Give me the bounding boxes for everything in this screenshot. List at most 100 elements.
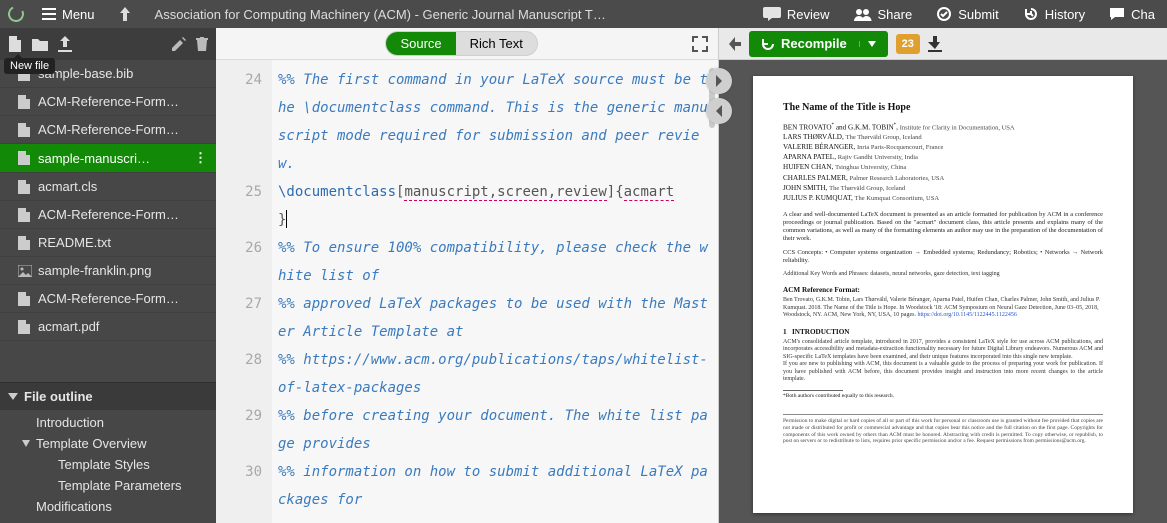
richtext-mode[interactable]: Rich Text [456,32,537,55]
file-item-7[interactable]: sample-franklin.png [0,257,216,285]
up-arrow-icon[interactable] [113,7,137,21]
refformat-heading: ACM Reference Format: [783,286,1103,295]
pdf-page-1: The Name of the Title is Hope BEN TROVAT… [753,76,1133,513]
file-icon [18,292,32,306]
log-warnings-badge[interactable]: 23 [896,34,920,54]
file-item-6[interactable]: README.txt [0,229,216,257]
file-icon [18,208,32,222]
file-icon [18,95,32,109]
file-label: sample-franklin.png [38,263,208,278]
file-label: sample-base.bib [38,66,208,81]
sidebar-toolbar: New file [0,28,216,60]
file-label: ACM-Reference-Form… [38,291,208,306]
chat-label: Cha [1131,7,1155,22]
overleaf-logo-icon [8,6,24,22]
sync-left-icon[interactable] [727,37,741,51]
file-label: acmart.pdf [38,319,208,334]
file-outline-header[interactable]: File outline [0,382,216,410]
file-item-9[interactable]: acmart.pdf [0,313,216,341]
review-button[interactable]: Review [751,0,842,28]
file-item-3[interactable]: sample-manuscri… ⋮ [0,144,216,173]
review-label: Review [787,7,830,22]
chevron-down-icon [8,393,18,401]
collapse-left-button[interactable] [706,98,732,124]
chat-icon [1109,7,1125,21]
file-list: sample-base.bib ACM-Reference-Form… ACM-Re… [0,60,216,382]
paper-keywords: Additional Key Words and Phrases: datase… [783,271,1103,279]
fullscreen-icon[interactable] [692,36,708,52]
pdf-toolbar: Recompile 23 [719,28,1167,60]
file-icon [18,180,32,194]
share-button[interactable]: Share [842,0,925,28]
delete-button[interactable] [196,37,208,51]
collapse-right-button[interactable] [706,68,732,94]
file-label: sample-manuscri… [38,151,188,166]
review-icon [763,7,781,21]
file-label: ACM-Reference-Form… [38,207,208,222]
upload-button[interactable] [58,36,72,52]
history-button[interactable]: History [1011,0,1097,28]
new-folder-button[interactable] [32,37,48,51]
recompile-label: Recompile [781,36,847,51]
outline-item-4[interactable]: Modifications [0,496,216,517]
rename-button[interactable] [172,37,186,51]
editor-pane: · Source Rich Text 24252627282930 %% The… [216,28,719,523]
share-icon [854,7,872,21]
editor-mode-toggle[interactable]: Source Rich Text [385,31,537,56]
paper-footer: Permission to make digital or hard copie… [783,414,1103,446]
new-file-button[interactable] [8,36,22,52]
author-line: APARNA PATEL, Rajiv Gandhi University, I… [783,153,1103,162]
paper-abstract: A clear and well-documented LaTeX docume… [783,211,1103,243]
recompile-button[interactable]: Recompile [749,31,888,57]
line-gutter: 24252627282930 [216,60,272,523]
submit-button[interactable]: Submit [924,0,1010,28]
outline-list: IntroductionTemplate OverviewTemplate St… [0,410,216,523]
file-item-5[interactable]: ACM-Reference-Form… [0,201,216,229]
share-label: Share [878,7,913,22]
pdf-pane: Recompile 23 The Name of the Title is Ho… [719,28,1167,523]
download-pdf-button[interactable] [928,36,942,52]
history-label: History [1045,7,1085,22]
outline-item-0[interactable]: Introduction [0,412,216,433]
author-line: HUIFEN CHAN, Tsinghua University, China [783,163,1103,172]
file-item-8[interactable]: ACM-Reference-Form… [0,285,216,313]
editor-scrollbar[interactable] [704,60,718,523]
section-1-heading: 1 INTRODUCTION [783,328,1103,337]
author-line: VALERIE BÉRANGER, Inria Paris-Rocquencou… [783,143,1103,152]
author-line: LARS THØRVÄLD, The Thørväld Group, Icela… [783,133,1103,142]
section-1-body: ACM's consolidated article template, int… [783,339,1103,384]
topbar: Menu Association for Computing Machinery… [0,0,1167,28]
code-area[interactable]: 24252627282930 %% The first command in y… [216,60,718,523]
pdf-viewport[interactable]: The Name of the Title is Hope BEN TROVAT… [719,60,1167,523]
author-line: JULIUS P. KUMQUAT, The Kumquat Consortiu… [783,194,1103,203]
file-item-4[interactable]: acmart.cls [0,173,216,201]
paper-title: The Name of the Title is Hope [783,102,1103,115]
submit-label: Submit [958,7,998,22]
code-content[interactable]: %% The first command in your LaTeX sourc… [272,60,718,523]
file-icon [18,320,32,334]
image-icon [18,265,32,277]
new-file-tooltip: New file [4,58,55,74]
outline-item-2[interactable]: Template Styles [0,454,216,475]
outline-item-3[interactable]: Template Parameters [0,475,216,496]
outline-title: File outline [24,389,93,404]
chat-button[interactable]: Cha [1097,0,1167,28]
file-label: ACM-Reference-Form… [38,94,208,109]
hamburger-icon [42,8,56,20]
caret-icon [22,440,30,448]
file-item-2[interactable]: ACM-Reference-Form… [0,116,216,144]
author-line: BEN TROVATO* and G.K.M. TOBIN*, Institut… [783,123,1103,133]
history-icon [1023,7,1039,21]
outline-item-1[interactable]: Template Overview [0,433,216,454]
file-menu-button[interactable]: ⋮ [194,150,208,166]
file-item-1[interactable]: ACM-Reference-Form… [0,88,216,116]
submit-icon [936,7,952,21]
editor-toolbar: · Source Rich Text [216,28,718,60]
file-label: ACM-Reference-Form… [38,122,208,137]
menu-button[interactable]: Menu [30,7,107,22]
author-note: *Both authors contributed equally to thi… [783,390,1103,400]
source-mode[interactable]: Source [386,32,455,55]
recompile-menu-caret[interactable] [859,41,876,47]
sidebar: New file sample-base.bib ACM-Reference-Fo… [0,28,216,523]
file-icon [18,123,32,137]
